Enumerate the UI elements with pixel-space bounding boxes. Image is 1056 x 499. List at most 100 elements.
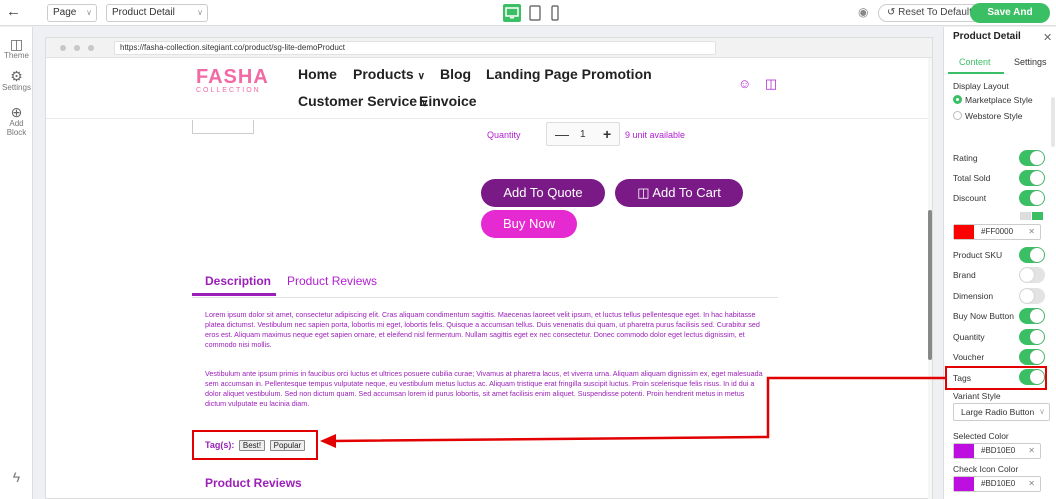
quantity-value[interactable]: 1 (580, 129, 586, 140)
total-sold-label: Total Sold (953, 173, 991, 183)
buy-now-button[interactable]: Buy Now (481, 210, 577, 238)
tab-description[interactable]: Description (205, 274, 271, 288)
toggle-knob (1020, 268, 1034, 282)
quantity-label: Quantity (487, 130, 521, 140)
scrollbar-thumb[interactable] (928, 210, 932, 360)
color-swatch[interactable] (954, 225, 974, 239)
window-dot (74, 45, 80, 51)
preview-scrollbar[interactable] (928, 58, 932, 499)
variant-style-label: Variant Style (953, 391, 1001, 401)
toggle-knob (1030, 191, 1044, 205)
description-paragraph: Vestibulum ante ipsum primis in faucibus… (205, 369, 763, 408)
panel-scrollbar[interactable] (1051, 97, 1055, 147)
toggle-knob (1020, 289, 1034, 303)
product-sku-toggle[interactable] (1019, 247, 1045, 263)
nav-products[interactable]: Products ∨ (353, 66, 425, 82)
toggle-knob (1030, 330, 1044, 344)
total-sold-toggle[interactable] (1019, 170, 1045, 186)
product-sku-label: Product SKU (953, 250, 1003, 260)
tablet-view-icon[interactable] (526, 4, 544, 22)
shopping-bag-icon: ◫ (637, 185, 650, 200)
eye-icon[interactable]: ◉ (858, 5, 868, 19)
nav-landing-page[interactable]: Landing Page Promotion (486, 66, 652, 82)
mode-off (1020, 212, 1031, 220)
product-reviews-heading: Product Reviews (205, 476, 302, 490)
save-and-publish-button[interactable]: Save And Publish (970, 3, 1050, 38)
add-to-cart-button[interactable]: ◫ Add To Cart (615, 179, 743, 207)
url-bar: https://fasha-collection.sitegiant.co/pr… (114, 41, 716, 55)
nav-home[interactable]: Home (298, 66, 337, 82)
clear-icon[interactable]: ✕ (1028, 477, 1035, 491)
buy-now-button-label: Buy Now Button (953, 311, 1014, 321)
selected-color-field[interactable]: #BD10E0 ✕ (953, 443, 1041, 459)
logo-subtext: COLLECTION (196, 87, 261, 94)
discount-color-field[interactable]: #FF0000 ✕ (953, 224, 1041, 240)
page-select[interactable]: Page ∨ (47, 4, 97, 22)
desktop-view-icon[interactable] (503, 4, 521, 22)
nav-blog[interactable]: Blog (440, 66, 471, 82)
layout-option-marketplace[interactable]: Marketplace Style (953, 95, 1033, 105)
nav-products-label: Products (353, 66, 414, 82)
add-to-quote-button[interactable]: Add To Quote (481, 179, 605, 207)
toggle-knob (1030, 309, 1044, 323)
reset-to-default-button[interactable]: ↺ Reset To Default (878, 4, 981, 22)
quantity-stepper[interactable]: — 1 + (546, 122, 620, 146)
color-mode-switch[interactable] (1020, 212, 1044, 220)
tag-chip[interactable]: Popular (269, 440, 306, 451)
layout-option-webstore[interactable]: Webstore Style (953, 111, 1022, 121)
mode-on (1032, 212, 1043, 220)
sidebar-item-label: Add Block (6, 119, 27, 137)
tag-chip[interactable]: Best! (238, 440, 266, 451)
product-tags: Tag(s): Best! Popular (205, 440, 306, 451)
unit-available: 9 unit available (625, 130, 686, 140)
section-select-value: Product Detail (112, 7, 175, 18)
rating-toggle[interactable] (1019, 150, 1045, 166)
sidebar-item-settings[interactable]: ⚙ Settings (0, 69, 33, 92)
tab-product-reviews[interactable]: Product Reviews (287, 274, 377, 288)
tab-content[interactable]: Content (959, 57, 991, 67)
brand-toggle[interactable] (1019, 267, 1045, 283)
discount-toggle[interactable] (1019, 190, 1045, 206)
display-layout-label: Display Layout (953, 81, 1009, 91)
close-icon[interactable]: ✕ (1043, 31, 1052, 44)
buy-now-button-toggle[interactable] (1019, 308, 1045, 324)
lightning-icon[interactable]: ϟ (0, 469, 33, 485)
variant-style-select[interactable]: Large Radio Button ∨ (953, 403, 1050, 421)
clear-icon[interactable]: ✕ (1028, 225, 1035, 239)
minus-icon[interactable]: — (555, 126, 569, 142)
user-icon[interactable]: ☺ (738, 76, 751, 91)
arrow-left-icon[interactable]: ← (6, 3, 21, 20)
chevron-down-icon: ∨ (1039, 407, 1045, 416)
selected-color-label: Selected Color (953, 431, 1009, 441)
variant-style-value: Large Radio Button (961, 407, 1035, 417)
dimension-toggle[interactable] (1019, 288, 1045, 304)
mobile-view-icon[interactable] (546, 4, 564, 22)
site-logo[interactable]: FASHA COLLECTION (196, 66, 269, 94)
sidebar-item-theme[interactable]: ◫ Theme (0, 37, 33, 60)
sidebar-item-add-block[interactable]: ⊕ Add Block (0, 105, 33, 137)
tab-settings[interactable]: Settings (1014, 57, 1047, 67)
color-swatch[interactable] (954, 444, 974, 458)
shopping-bag-icon[interactable]: ◫ (765, 76, 777, 91)
section-select[interactable]: Product Detail ∨ (106, 4, 208, 22)
check-icon-color-field[interactable]: #BD10E0 ✕ (953, 476, 1041, 492)
product-thumbnail[interactable] (192, 120, 254, 134)
color-swatch[interactable] (954, 477, 974, 491)
gear-icon: ⚙ (10, 68, 23, 84)
nav-einvoice[interactable]: Einvoice (419, 93, 477, 109)
dimension-label: Dimension (953, 291, 994, 301)
layout-icon: ◫ (9, 36, 24, 52)
radio-label: Webstore Style (965, 111, 1023, 121)
toggle-knob (1030, 350, 1044, 364)
sidebar-item-label: Settings (2, 83, 31, 92)
voucher-toggle[interactable] (1019, 349, 1045, 365)
quantity-label: Quantity (953, 332, 985, 342)
nav-customer-service-label: Customer Service (298, 93, 418, 109)
browser-bar: https://fasha-collection.sitegiant.co/pr… (46, 38, 932, 58)
nav-customer-service[interactable]: Customer Service ∨ (298, 93, 428, 109)
quantity-toggle[interactable] (1019, 329, 1045, 345)
clear-icon[interactable]: ✕ (1028, 444, 1035, 458)
plus-icon[interactable]: + (603, 126, 611, 142)
reset-icon: ↺ (887, 7, 896, 18)
tab-divider (192, 297, 778, 298)
